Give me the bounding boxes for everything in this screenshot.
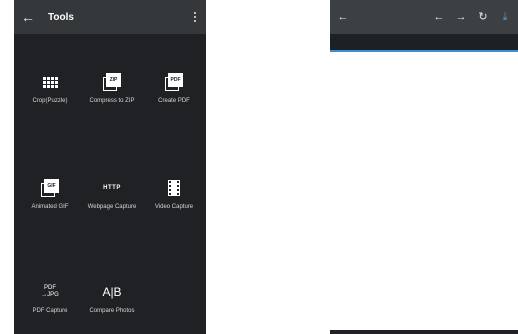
compare-icon: A|B [102, 285, 122, 299]
tool-label: Video Capture [154, 204, 194, 210]
tool-label: Webpage Capture [87, 204, 137, 210]
back-arrow-icon[interactable]: ← [20, 9, 36, 25]
close-back-icon[interactable]: ← [336, 9, 350, 25]
tool-compress-zip[interactable]: ZIP Compress to ZIP [80, 72, 144, 118]
more-menu-icon[interactable] [190, 9, 200, 25]
download-icon[interactable]: ⤓ [498, 9, 512, 25]
tool-crop-puzzle[interactable]: Crop(Puzzle) [18, 72, 82, 118]
page-title: Tools [48, 11, 74, 23]
tool-label: Compare Photos [89, 308, 135, 314]
tool-animated-gif[interactable]: GIF Animated GIF [18, 178, 82, 224]
tools-app-bar: ← Tools [14, 0, 206, 34]
url-bar[interactable] [330, 34, 518, 50]
browser-screen: ← ← → ↻ ⤓ [330, 0, 518, 334]
tool-create-pdf[interactable]: PDF Create PDF [142, 72, 206, 118]
tool-compare-photos[interactable]: A|B Compare Photos [80, 282, 144, 328]
tool-label: Compress to ZIP [89, 98, 135, 104]
zip-icon: ZIP [100, 72, 124, 92]
tool-label: Create PDF [158, 98, 190, 104]
tool-label: Crop(Puzzle) [32, 98, 68, 104]
tool-pdf-capture[interactable]: PDF →JPG PDF Capture [18, 282, 82, 328]
web-content[interactable] [330, 52, 518, 330]
tool-video-capture[interactable]: Video Capture [142, 178, 206, 224]
tool-label: PDF Capture [32, 308, 68, 314]
browser-toolbar: ← ← → ↻ ⤓ [330, 0, 518, 34]
tools-screen: ← Tools Crop(Puzzle) ZIP Compress to ZIP… [14, 0, 206, 334]
tool-webpage-capture[interactable]: HTTP Webpage Capture [80, 178, 144, 224]
forward-arrow-icon[interactable]: → [454, 9, 468, 25]
grid-icon [38, 72, 62, 92]
bottom-bar [330, 330, 518, 334]
tool-label: Animated GIF [31, 204, 69, 210]
film-icon [162, 178, 186, 198]
back-arrow-icon[interactable]: ← [432, 9, 446, 25]
gif-icon: GIF [38, 178, 62, 198]
refresh-icon[interactable]: ↻ [476, 9, 490, 25]
pdf-icon: PDF [162, 72, 186, 92]
http-icon: HTTP [103, 185, 121, 191]
pdf-to-jpg-icon: PDF →JPG [41, 285, 59, 298]
